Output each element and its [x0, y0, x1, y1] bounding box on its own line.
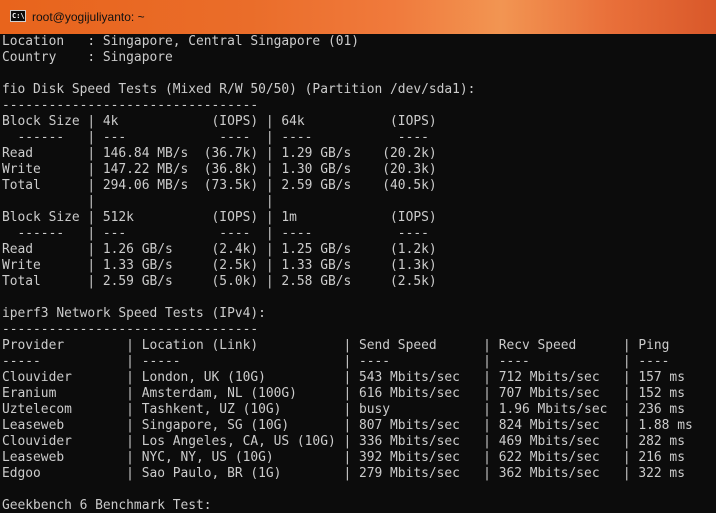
terminal-line: Read | 1.26 GB/s (2.4k) | 1.25 GB/s (1.2…: [2, 242, 437, 257]
terminal-line: Read | 146.84 MB/s (36.7k) | 1.29 GB/s (…: [2, 146, 437, 161]
terminal-line: Uztelecom | Tashkent, UZ (10G) | busy | …: [2, 402, 685, 417]
terminal-line: Eranium | Amsterdam, NL (100G) | 616 Mbi…: [2, 386, 685, 401]
terminal-line: Leaseweb | NYC, NY, US (10G) | 392 Mbits…: [2, 450, 685, 465]
terminal-line: ------ | --- ---- | ---- ----: [2, 130, 429, 145]
terminal-line: Clouvider | Los Angeles, CA, US (10G) | …: [2, 434, 685, 449]
terminal-line: | |: [2, 194, 274, 209]
terminal-line: Leaseweb | Singapore, SG (10G) | 807 Mbi…: [2, 418, 693, 433]
terminal-line: ----- | ----- | ---- | ---- | ----: [2, 354, 670, 369]
terminal-line: Provider | Location (Link) | Send Speed …: [2, 338, 670, 353]
terminal-line: Country : Singapore: [2, 50, 173, 65]
terminal-line: Write | 147.22 MB/s (36.8k) | 1.30 GB/s …: [2, 162, 437, 177]
terminal-line: fio Disk Speed Tests (Mixed R/W 50/50) (…: [2, 82, 476, 97]
terminal-line: Clouvider | London, UK (10G) | 543 Mbits…: [2, 370, 685, 385]
terminal-line: Block Size | 4k (IOPS) | 64k (IOPS): [2, 114, 437, 129]
terminal-line: iperf3 Network Speed Tests (IPv4):: [2, 306, 266, 321]
terminal-line: Edgoo | Sao Paulo, BR (1G) | 279 Mbits/s…: [2, 466, 685, 481]
terminal-line: Write | 1.33 GB/s (2.5k) | 1.33 GB/s (1.…: [2, 258, 437, 273]
terminal-line: Geekbench 6 Benchmark Test:: [2, 498, 212, 513]
terminal-line: Block Size | 512k (IOPS) | 1m (IOPS): [2, 210, 437, 225]
terminal-output[interactable]: Location : Singapore, Central Singapore …: [0, 34, 716, 513]
terminal-line: Location : Singapore, Central Singapore …: [2, 34, 359, 49]
terminal-line: ------ | --- ---- | ---- ----: [2, 226, 429, 241]
terminal-line: Total | 2.59 GB/s (5.0k) | 2.58 GB/s (2.…: [2, 274, 437, 289]
terminal-line: ---------------------------------: [2, 322, 259, 337]
window-title: root@yogijuliyanto: ~: [32, 10, 145, 24]
console-icon: C:\: [10, 10, 26, 22]
terminal-line: Total | 294.06 MB/s (73.5k) | 2.59 GB/s …: [2, 178, 437, 193]
window-titlebar[interactable]: C:\ root@yogijuliyanto: ~: [0, 0, 716, 34]
terminal-line: ---------------------------------: [2, 98, 259, 113]
